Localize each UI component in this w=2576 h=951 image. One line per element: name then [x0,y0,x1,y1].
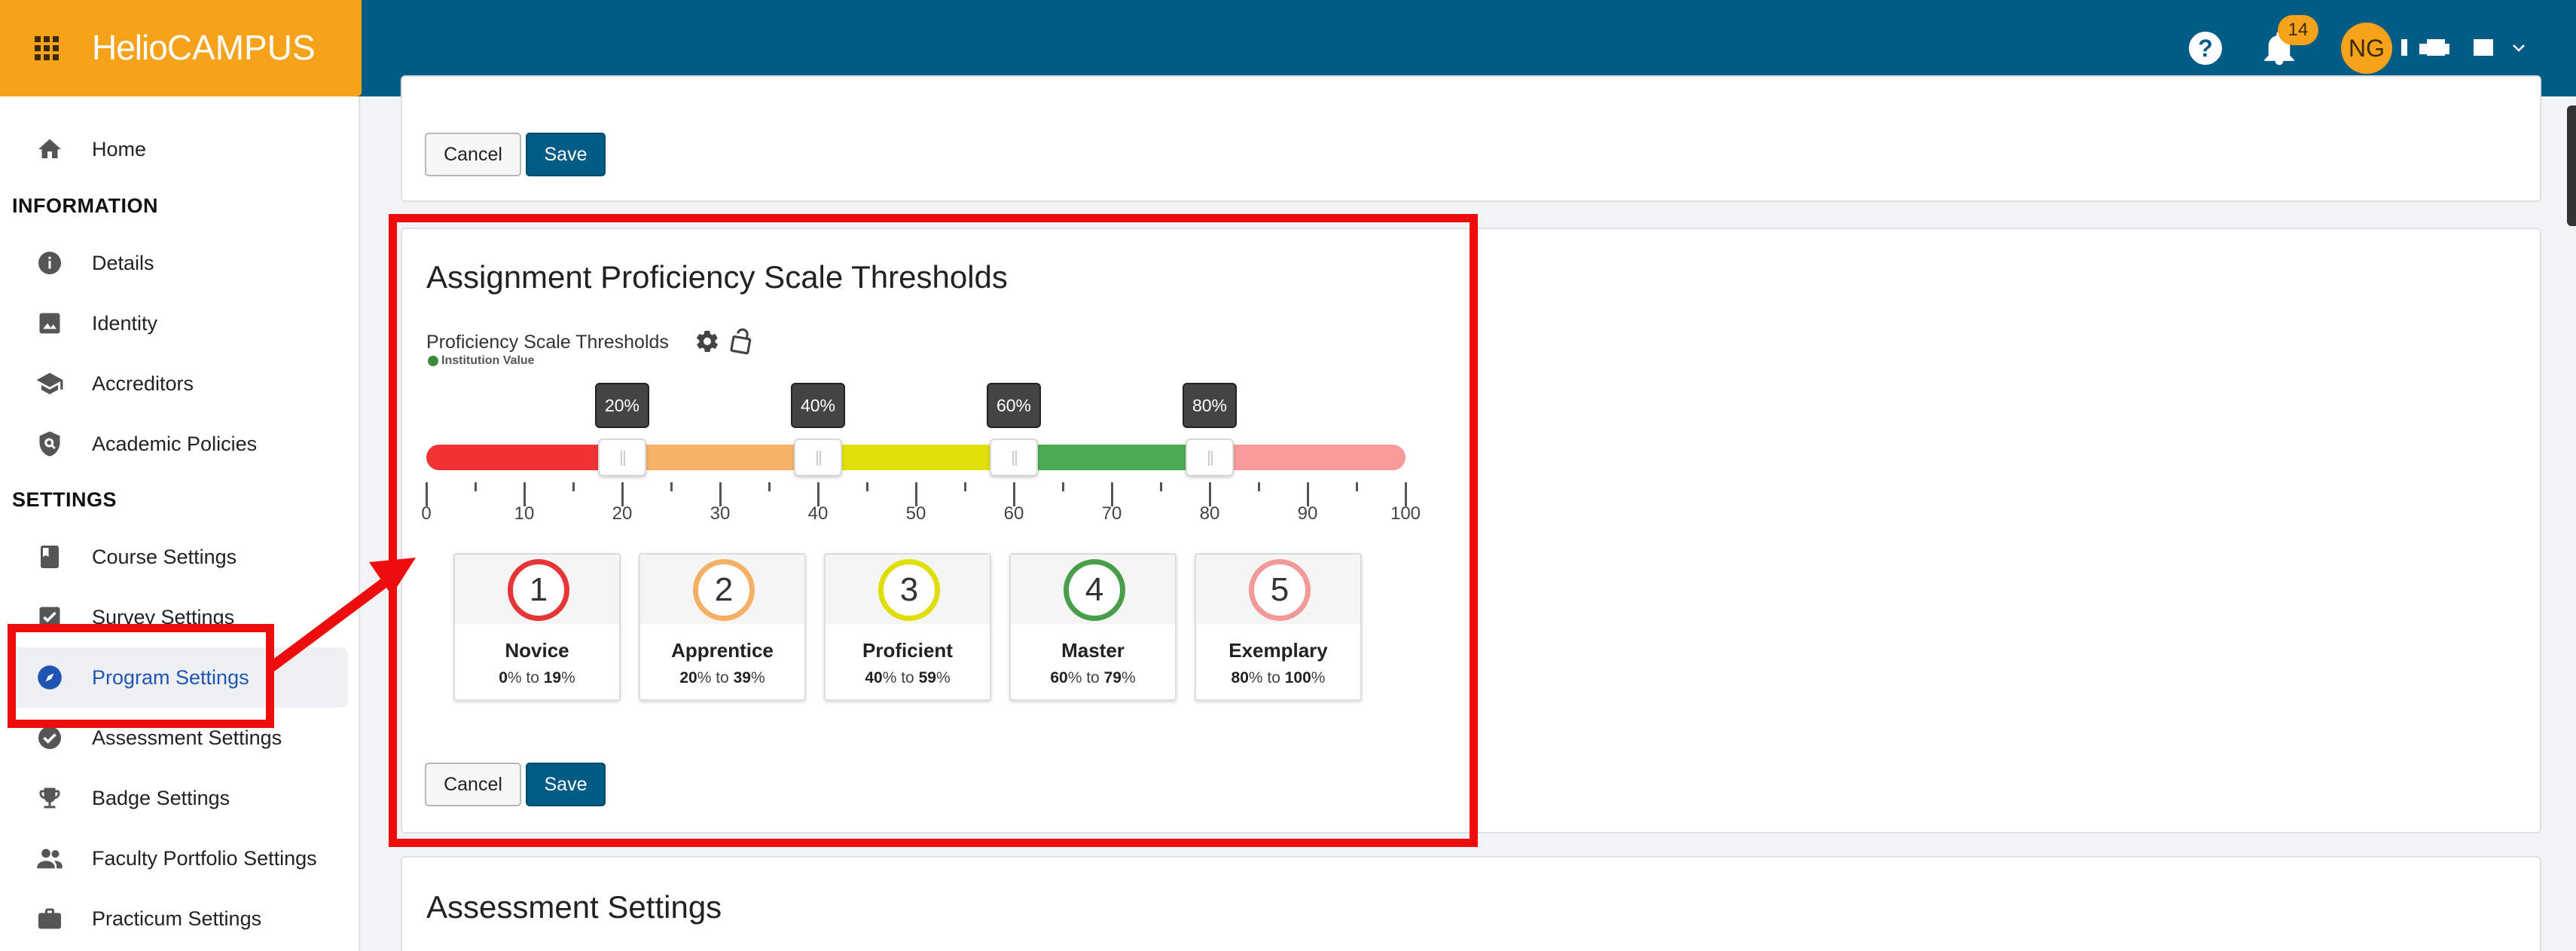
sidebar-item-label: Badge Settings [92,786,230,809]
sidebar-item-academic-policies[interactable]: Academic Policies [11,414,348,474]
sidebar-item-label: Home [92,137,147,161]
sidebar-item-label: Assessment Settings [92,726,282,749]
section-information: INFORMATION [12,194,158,217]
help-icon[interactable]: ? [2189,32,2222,65]
logo-sub: CAMPUS [166,28,316,67]
book-icon [33,540,66,573]
cancel-button[interactable]: Cancel [425,133,521,176]
info-icon [33,246,66,280]
trophy-icon [33,781,66,815]
section-settings: SETTINGS [12,488,118,511]
app-launcher-icon[interactable] [35,36,59,60]
shield-search-icon [33,427,66,460]
sidebar-item-label: Practicum Settings [92,907,262,930]
sidebar-item-details[interactable]: Details [11,233,348,293]
sidebar-item-label: Identity [92,311,158,335]
scrollbar-thumb[interactable] [2567,105,2576,226]
save-button[interactable]: Save [526,133,606,176]
sidebar-item-home[interactable]: Home [11,119,348,179]
notification-count-badge: 14 [2278,15,2318,45]
sidebar-item-label: Accreditors [92,372,194,395]
sidebar: Home INFORMATION Details Identity Accred… [0,96,360,951]
sidebar-item-course-settings[interactable]: Course Settings [11,527,348,587]
user-avatar[interactable]: NG [2341,23,2392,74]
sidebar-item-identity[interactable]: Identity [11,293,348,353]
assessment-settings-card [401,856,2541,951]
image-icon [33,307,66,340]
sidebar-item-faculty-portfolio-settings[interactable]: Faculty Portfolio Settings [11,828,348,888]
briefcase-icon [33,902,66,935]
previous-settings-card [401,75,2541,202]
user-name-redacted[interactable] [2401,39,2499,57]
sidebar-item-practicum-settings[interactable]: Practicum Settings [11,888,348,949]
sidebar-item-label: Course Settings [92,545,237,568]
people-icon [33,842,66,875]
sidebar-item-accreditors[interactable]: Accreditors [11,353,348,414]
highlight-box-proficiency [389,214,1478,847]
sidebar-item-badge-settings[interactable]: Badge Settings [11,768,348,828]
assessment-card-title: Assessment Settings [426,889,722,925]
chevron-down-icon[interactable] [2508,39,2529,57]
home-icon [33,133,66,166]
brand-area: HelioCAMPUS [0,0,362,96]
logo-main: Helio [92,28,168,67]
highlight-box-program-settings [8,624,274,728]
sidebar-item-label: Faculty Portfolio Settings [92,846,317,870]
graduation-cap-icon [33,367,66,400]
logo[interactable]: HelioCAMPUS [92,27,316,68]
sidebar-item-label: Details [92,251,154,274]
sidebar-item-label: Academic Policies [92,432,258,455]
